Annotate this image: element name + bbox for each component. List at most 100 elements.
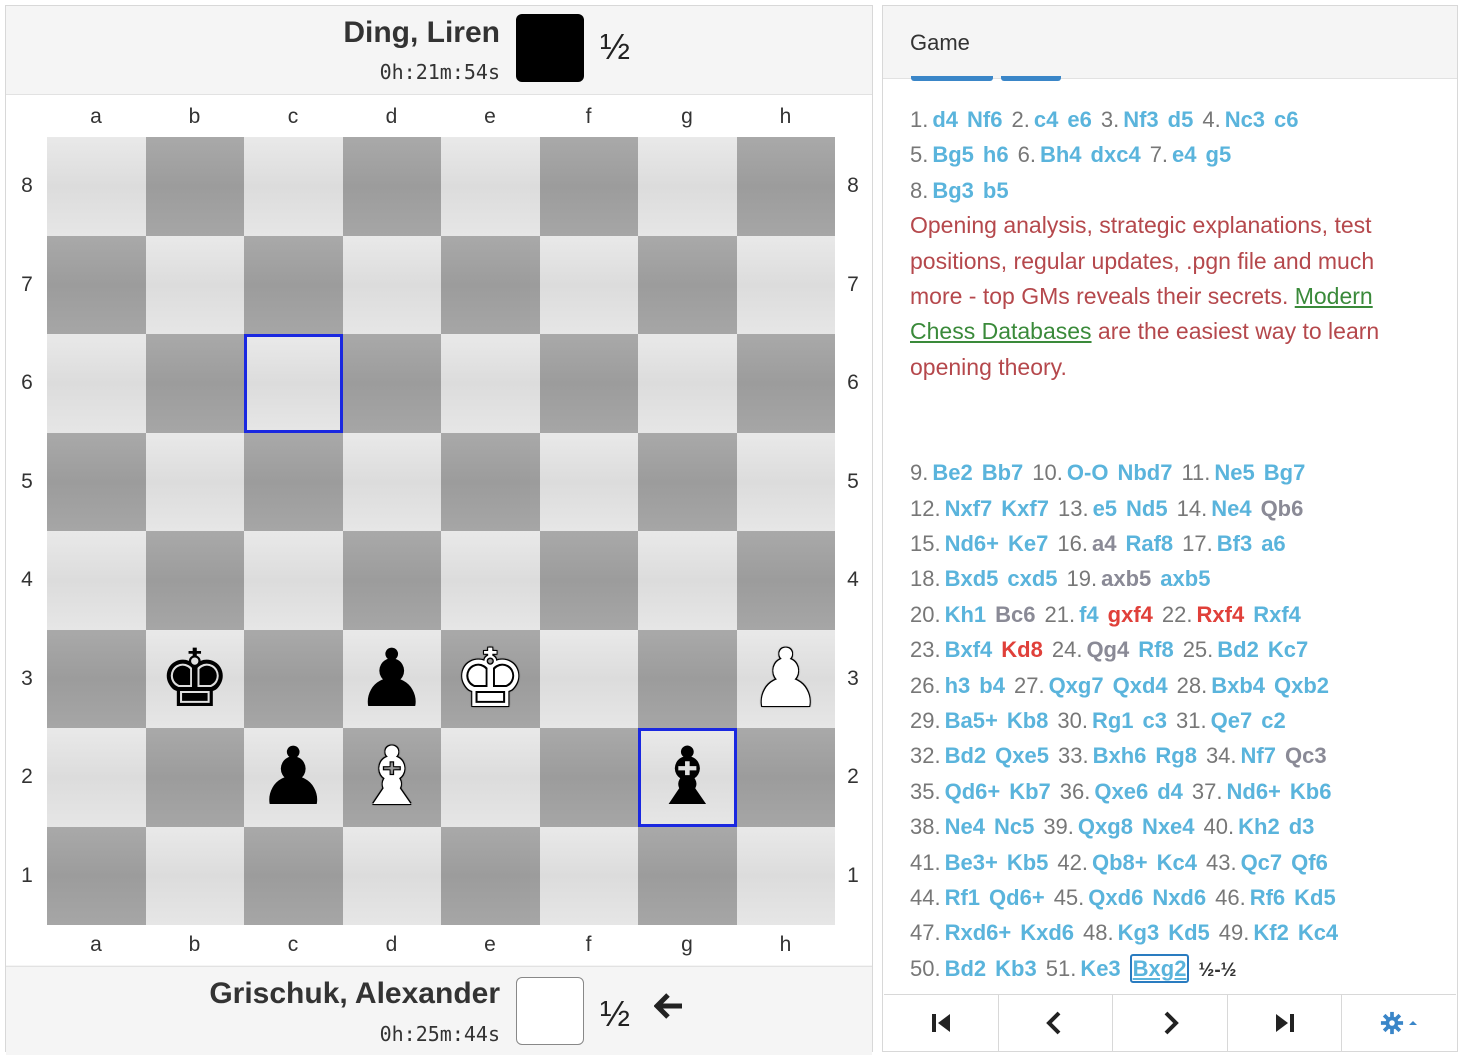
move-link[interactable]: Rxf4 [1197,602,1245,627]
square-h8[interactable] [736,137,835,236]
move-link[interactable]: g5 [1206,142,1232,167]
square-h5[interactable] [736,432,835,531]
move-link[interactable]: Kb6 [1290,779,1332,804]
square-b8[interactable] [145,137,244,236]
move-link[interactable]: Bg7 [1264,460,1306,485]
move-link[interactable]: Qb6 [1261,496,1304,521]
move-link[interactable]: Qxd4 [1113,673,1168,698]
move-link[interactable]: Nxf7 [945,496,993,521]
square-c2[interactable]: ♟ [244,728,343,827]
square-c8[interactable] [244,137,343,236]
move-link[interactable]: Qxe5 [995,743,1049,768]
white-bishop-icon[interactable]: ♝ [343,728,442,827]
square-c3[interactable] [244,629,343,728]
move-link[interactable]: Rg8 [1155,743,1197,768]
move-link[interactable]: Kd8 [1001,637,1043,662]
square-c1[interactable] [244,826,343,925]
move-link[interactable]: a6 [1261,531,1285,556]
move-link[interactable]: d5 [1168,107,1194,132]
move-link[interactable]: cxd5 [1007,566,1057,591]
square-g7[interactable] [638,235,737,334]
tab-indicator[interactable] [1001,76,1061,81]
square-h7[interactable] [736,235,835,334]
move-link[interactable]: Be3+ [945,850,998,875]
move-link[interactable]: Kf2 [1253,920,1288,945]
square-d1[interactable] [342,826,441,925]
square-e8[interactable] [441,137,540,236]
square-c7[interactable] [244,235,343,334]
move-link[interactable]: d4 [1157,779,1183,804]
move-link[interactable]: f4 [1079,602,1099,627]
move-link[interactable]: d3 [1289,814,1315,839]
move-link[interactable]: Kh2 [1238,814,1280,839]
square-f6[interactable] [539,334,638,433]
square-g4[interactable] [638,531,737,630]
move-link[interactable]: Bxf4 [945,637,993,662]
move-link[interactable]: Nf6 [967,107,1002,132]
square-e7[interactable] [441,235,540,334]
move-link[interactable]: Kg3 [1118,920,1160,945]
square-c4[interactable] [244,531,343,630]
move-link[interactable]: Bc6 [995,602,1035,627]
move-link[interactable]: Nc5 [994,814,1034,839]
move-link[interactable]: Bf3 [1217,531,1252,556]
move-link[interactable]: Bd2 [945,743,987,768]
move-link[interactable]: Bh4 [1040,142,1082,167]
move-link[interactable]: dxc4 [1091,142,1141,167]
move-link[interactable]: Kc4 [1298,920,1338,945]
move-link[interactable]: Ba5+ [945,708,998,733]
move-link[interactable]: Ne4 [945,814,985,839]
square-d8[interactable] [342,137,441,236]
move-link[interactable]: Qf6 [1291,850,1328,875]
black-pawn-icon[interactable]: ♟ [343,630,442,729]
move-link[interactable]: e5 [1093,496,1117,521]
move-link[interactable]: Qxb2 [1274,673,1329,698]
move-link[interactable]: b4 [979,673,1005,698]
move-link[interactable]: d4 [932,107,958,132]
move-link[interactable]: Rxd6+ [945,920,1012,945]
square-f8[interactable] [539,137,638,236]
square-c5[interactable] [244,432,343,531]
move-link[interactable]: Kd5 [1168,920,1210,945]
move-link[interactable]: Qe7 [1211,708,1253,733]
first-move-button[interactable] [884,995,999,1051]
square-b1[interactable] [145,826,244,925]
move-link[interactable]: Qc7 [1241,850,1283,875]
move-link[interactable]: Ke7 [1008,531,1048,556]
move-link[interactable]: Rxf4 [1253,602,1301,627]
square-e3[interactable]: ♚ [441,629,540,728]
move-link[interactable]: e4 [1172,142,1196,167]
move-link[interactable]: Bb7 [982,460,1024,485]
move-link[interactable]: Rg1 [1092,708,1134,733]
move-link[interactable]: Kb8 [1007,708,1049,733]
square-a2[interactable] [47,728,146,827]
square-e2[interactable] [441,728,540,827]
chessboard[interactable]: ♚ ♟ ♚ ♟ ♟ ♝ ♝ [47,137,835,925]
move-link[interactable]: Qxd6 [1088,885,1143,910]
square-f3[interactable] [539,629,638,728]
move-link[interactable]: Qb8+ [1092,850,1148,875]
move-link[interactable]: Nbd7 [1117,460,1172,485]
move-link[interactable]: Qd6+ [989,885,1045,910]
square-g5[interactable] [638,432,737,531]
white-pawn-icon[interactable]: ♟ [737,630,836,729]
move-link[interactable]: Qxe6 [1094,779,1148,804]
move-link[interactable]: Qxg7 [1049,673,1104,698]
square-c6[interactable] [244,334,343,433]
move-link[interactable]: Bd2 [945,956,987,981]
move-link[interactable]: O-O [1067,460,1109,485]
move-link[interactable]: Nc3 [1225,107,1265,132]
move-link[interactable]: Be2 [932,460,972,485]
move-link[interactable]: Bxd5 [945,566,999,591]
move-link[interactable]: Nd5 [1126,496,1168,521]
square-d3[interactable]: ♟ [342,629,442,729]
move-link[interactable]: a4 [1092,531,1116,556]
square-h4[interactable] [736,531,835,630]
move-link[interactable]: Nf3 [1123,107,1158,132]
black-pawn-icon[interactable]: ♟ [244,728,343,827]
move-link[interactable]: Qd6+ [945,779,1001,804]
square-e6[interactable] [441,334,540,433]
black-king-icon[interactable]: ♚ [146,630,245,729]
move-link[interactable]: Kb5 [1007,850,1049,875]
previous-move-button[interactable] [998,995,1114,1051]
